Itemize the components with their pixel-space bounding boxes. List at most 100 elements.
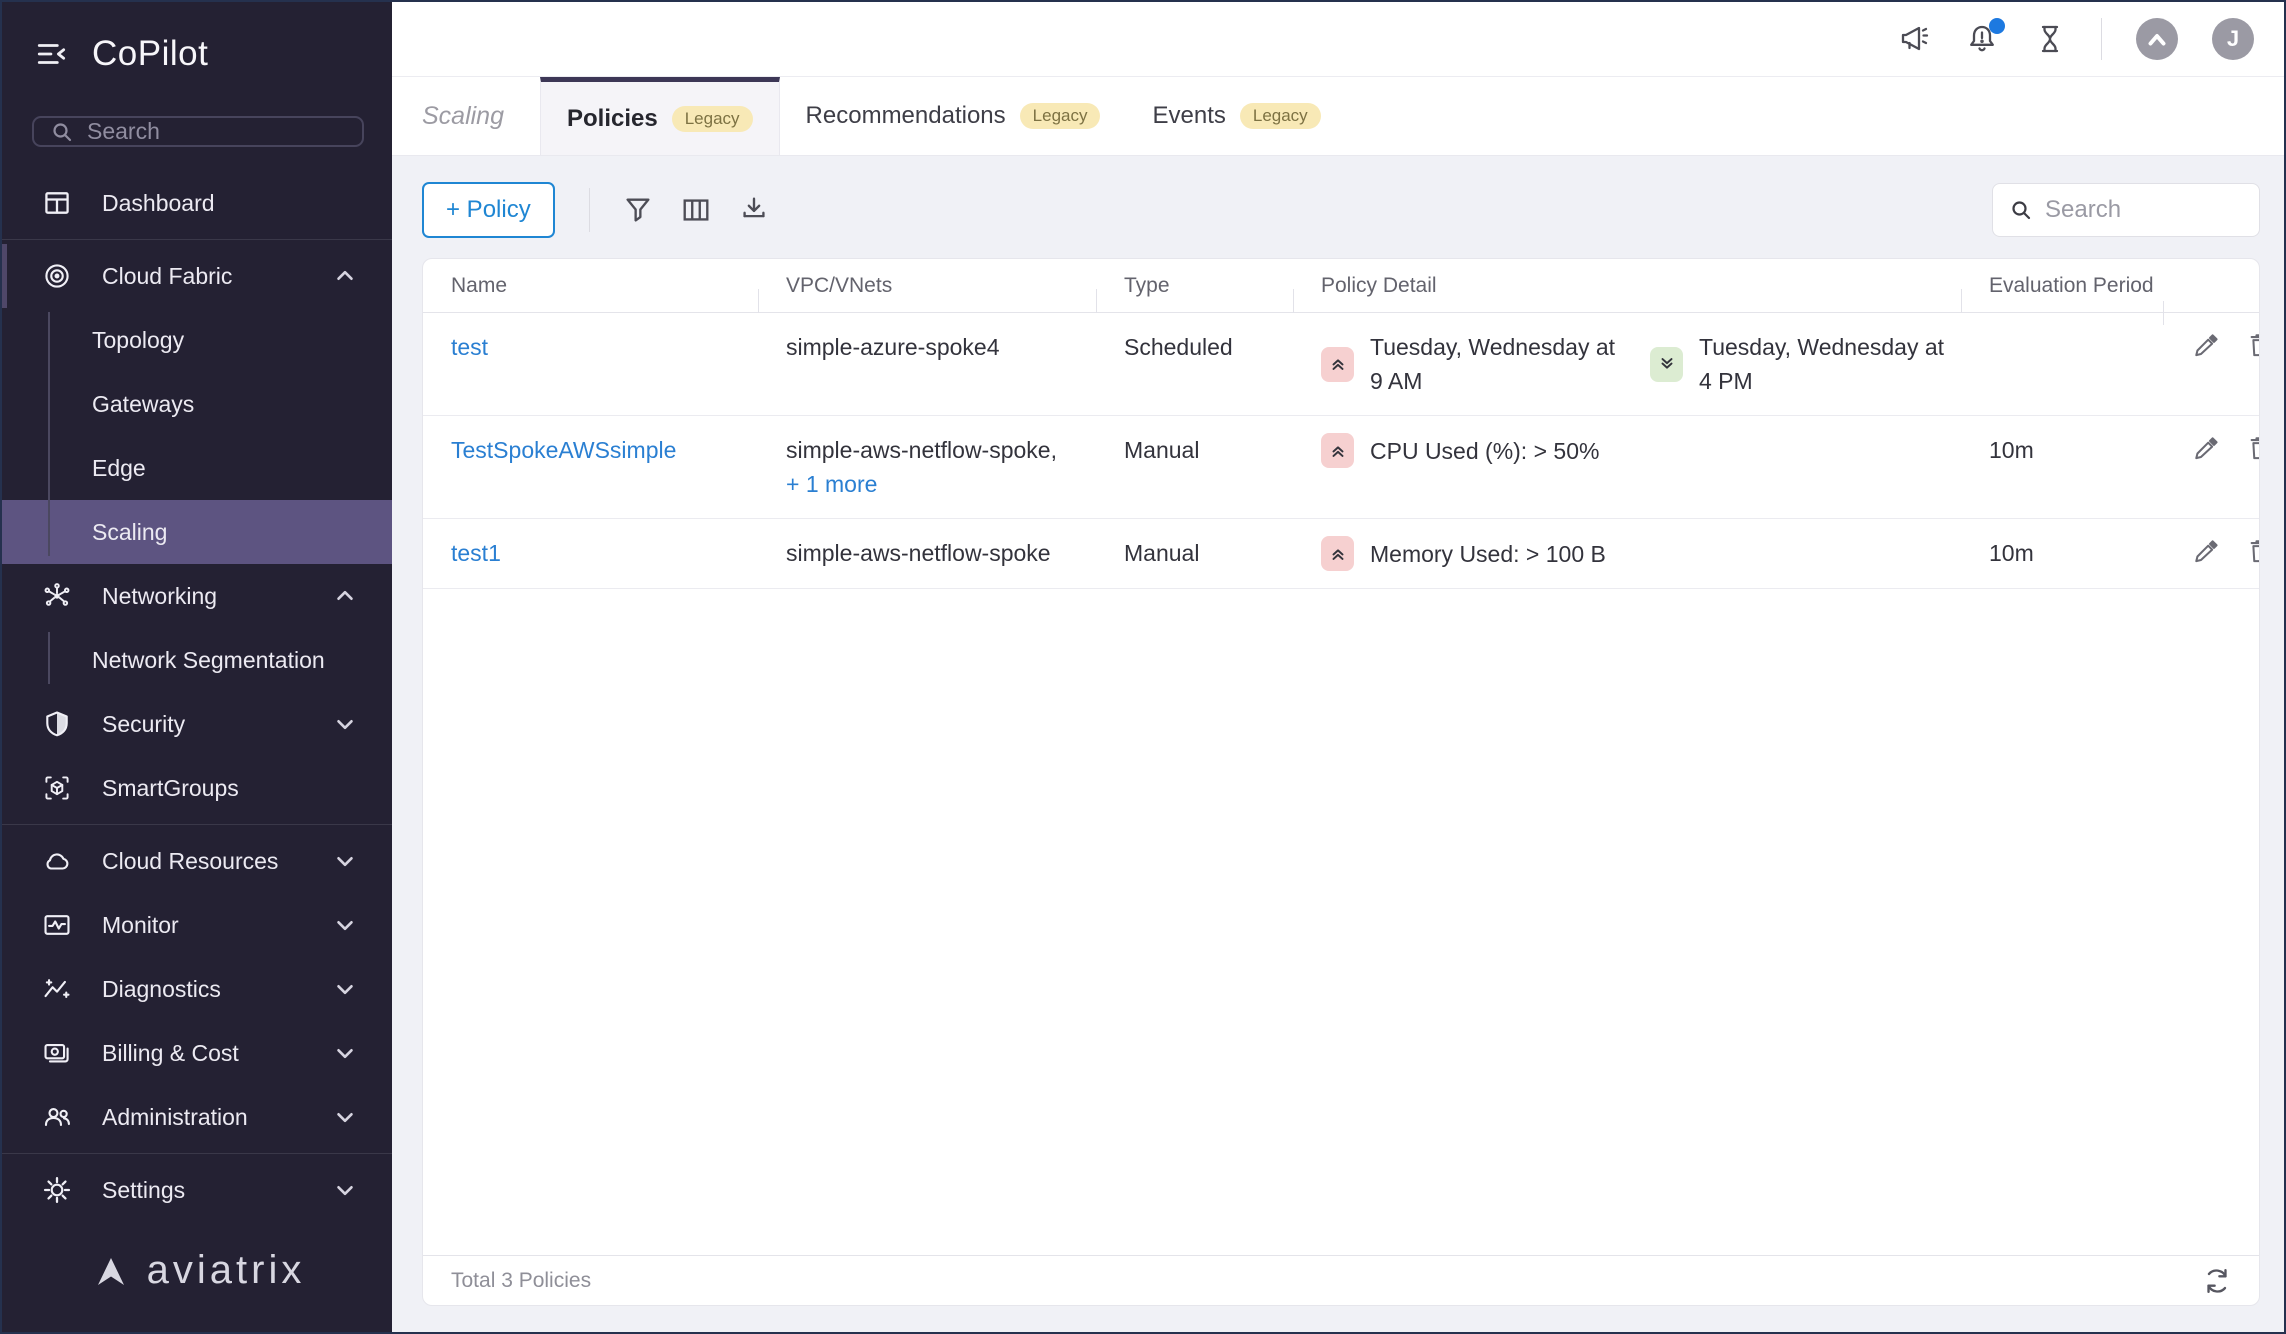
column-header-evaluation-period[interactable]: Evaluation Period [1961,274,2163,313]
delete-policy-button[interactable] [2245,433,2259,463]
edit-policy-button[interactable] [2191,536,2221,566]
gear-icon [40,1175,74,1205]
sidebar: CoPilot Dashboard Cloud Fabric [2,2,392,1332]
sidebar-item-cloud-fabric[interactable]: Cloud Fabric [2,244,392,308]
sidebar-item-monitor[interactable]: Monitor [2,893,392,957]
tab-events[interactable]: Events Legacy [1126,77,1346,155]
sidebar-item-label: Network Segmentation [92,646,325,673]
delete-policy-button[interactable] [2245,536,2259,566]
sidebar-item-label: Security [102,710,186,737]
sidebar-item-cloud-resources[interactable]: Cloud Resources [2,829,392,893]
vpc-more-link[interactable]: + 1 more [786,467,1096,501]
administration-icon [40,1102,74,1132]
refresh-icon[interactable] [2201,1265,2233,1297]
tab-policies[interactable]: Policies Legacy [540,77,780,155]
sidebar-header: CoPilot [2,2,392,74]
policies-table-panel: Name VPC/VNets Type Policy Detail Evalua… [422,258,2260,1306]
sidebar-item-label: Gateways [92,390,195,417]
sidebar-item-network-segmentation[interactable]: Network Segmentation [2,628,392,692]
active-group-accent [2,244,7,308]
column-header-vpc[interactable]: VPC/VNets [758,274,1096,313]
policy-name-link[interactable]: test [451,334,488,360]
user-avatar[interactable]: J [2212,18,2254,60]
content-area: + Policy Search Name VPC/VNets Type Poli… [392,156,2284,1332]
chevron-down-icon [332,912,358,938]
shield-icon [40,709,74,739]
sidebar-item-networking[interactable]: Networking [2,564,392,628]
column-header-policy-detail[interactable]: Policy Detail [1293,274,1961,313]
policy-name-link[interactable]: test1 [451,540,501,566]
sidebar-search[interactable] [32,116,364,147]
column-header-name[interactable]: Name [423,274,758,298]
notification-dot [1989,18,2005,34]
sidebar-item-smartgroups[interactable]: SmartGroups [2,756,392,820]
table-footer: Total 3 Policies [423,1255,2259,1305]
row-actions [2163,536,2259,566]
sidebar-item-gateways[interactable]: Gateways [2,372,392,436]
scale-in-detail: Tuesday, Wednesday at 4 PM [1650,330,1951,398]
tab-label: Recommendations [805,102,1006,129]
edit-policy-button[interactable] [2191,433,2221,463]
detail-text: Tuesday, Wednesday at 9 AM [1370,334,1616,394]
scale-in-icon [1650,346,1683,382]
notifications-icon[interactable] [1965,18,2005,56]
tab-recommendations[interactable]: Recommendations Legacy [780,77,1127,155]
filter-icon[interactable] [622,194,654,226]
sidebar-item-label: Topology [92,326,185,353]
sidebar-item-diagnostics[interactable]: Diagnostics [2,957,392,1021]
table-search-input[interactable] [2045,196,2243,224]
scale-out-icon [1321,536,1354,571]
sidebar-item-topology[interactable]: Topology [2,308,392,372]
announcements-icon[interactable] [1897,22,1931,56]
sidebar-item-billing[interactable]: Billing & Cost [2,1021,392,1085]
tab-bar: Scaling Policies Legacy Recommendations … [392,76,2284,156]
policy-detail-cell: CPU Used (%): > 50% [1293,433,1961,468]
table-body: test simple-azure-spoke4 Scheduled Tuesd… [423,313,2259,1255]
sidebar-item-security[interactable]: Security [2,692,392,756]
evaluation-cell: 10m [1989,437,2034,463]
sidebar-item-scaling[interactable]: Scaling [2,500,392,564]
policy-detail-cell: Tuesday, Wednesday at 9 AM Tuesday, Wedn… [1293,330,1961,398]
download-icon[interactable] [738,194,770,226]
columns-icon[interactable] [680,194,712,226]
table-search[interactable] [1992,183,2260,237]
chevron-down-icon [332,1104,358,1130]
legacy-badge: Legacy [1239,103,1321,129]
table-row: TestSpokeAWSsimple simple-aws-netflow-sp… [423,416,2259,519]
edit-policy-button[interactable] [2191,330,2221,360]
diagnostics-icon [40,974,74,1004]
sidebar-collapse-icon[interactable] [34,36,70,72]
sidebar-item-dashboard[interactable]: Dashboard [2,171,392,235]
evaluation-cell: 10m [1989,540,2034,566]
delete-policy-button[interactable] [2245,330,2259,360]
sidebar-item-label: Billing & Cost [102,1039,239,1066]
sidebar-item-settings[interactable]: Settings [2,1158,392,1222]
chevron-down-icon [332,1177,358,1203]
sidebar-item-edge[interactable]: Edge [2,436,392,500]
policy-name-link[interactable]: TestSpokeAWSsimple [451,437,676,463]
cloud-fabric-icon [40,261,74,291]
sidebar-item-label: Networking [102,582,218,609]
sidebar-item-administration[interactable]: Administration [2,1085,392,1149]
add-policy-button[interactable]: + Policy [422,182,555,238]
column-header-type[interactable]: Type [1096,274,1293,313]
search-icon [50,120,74,144]
product-avatar[interactable] [2136,18,2178,60]
chevron-up-icon [332,263,358,289]
billing-icon [40,1038,74,1068]
tasks-icon[interactable] [2033,22,2067,56]
sidebar-search-input[interactable] [87,118,346,145]
dashboard-icon [40,188,74,218]
aviatrix-logo: aviatrix [2,1222,392,1332]
type-cell: Manual [1124,540,1200,566]
scale-out-detail: CPU Used (%): > 50% [1321,433,1599,468]
vpc-cell: simple-aws-netflow-spoke [786,540,1051,566]
tab-label: Events [1152,102,1226,129]
monitor-icon [40,910,74,940]
sidebar-item-label: SmartGroups [102,774,239,801]
aviatrix-mark-icon [89,1249,133,1293]
table-row: test1 simple-aws-netflow-spoke Manual Me… [423,519,2259,589]
tab-label: Policies [567,104,658,132]
cloud-fabric-children: Topology Gateways Edge Scaling [2,308,392,564]
cloud-icon [40,846,74,876]
